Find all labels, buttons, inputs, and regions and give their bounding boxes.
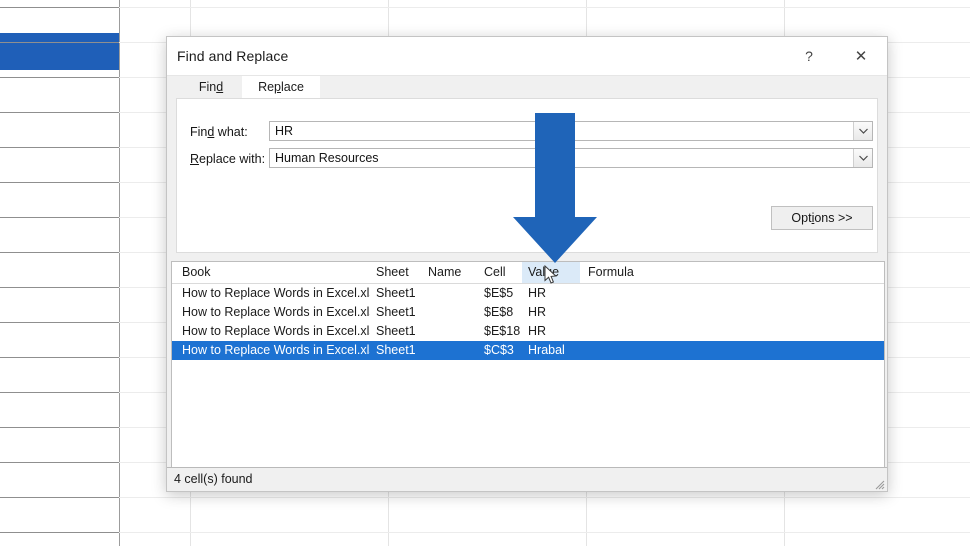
cell-sheet: Sheet1 [370, 284, 422, 303]
cell-book: How to Replace Words in Excel.xlsx [176, 284, 370, 303]
dialog-statusbar: 4 cell(s) found [167, 467, 887, 491]
status-text: 4 cell(s) found [174, 472, 253, 486]
table-row[interactable]: How to Replace Words in Excel.xlsxSheet1… [172, 322, 884, 341]
cell-book: How to Replace Words in Excel.xlsx [176, 303, 370, 322]
results-rows: How to Replace Words in Excel.xlsxSheet1… [172, 284, 884, 360]
find-what-value: HR [275, 124, 293, 139]
cell-value: HR [522, 284, 580, 303]
selected-cell[interactable] [0, 33, 119, 70]
cell-formula [582, 341, 662, 360]
cell-name [422, 322, 478, 341]
chevron-down-icon[interactable] [853, 149, 872, 167]
cell-sheet: Sheet1 [370, 341, 422, 360]
grid-row-line [0, 497, 970, 498]
results-list[interactable]: BookSheetNameCellValueFormula How to Rep… [171, 261, 885, 468]
table-row[interactable]: How to Replace Words in Excel.xlsxSheet1… [172, 341, 884, 360]
cell-value: Hrabal [522, 341, 580, 360]
column-header-book[interactable]: Book [176, 262, 370, 283]
cell-formula [582, 284, 662, 303]
grid-column-line [119, 0, 120, 546]
cell-cell: $E$18 [478, 322, 522, 341]
cell-formula [582, 322, 662, 341]
grid-row-line [0, 7, 970, 8]
cell-name [422, 284, 478, 303]
cell-value: HR [522, 322, 580, 341]
cell-value: HR [522, 303, 580, 322]
find-what-input[interactable]: HR [269, 121, 873, 141]
options-button[interactable]: Options >> [771, 206, 873, 230]
column-header-value[interactable]: Value [522, 262, 580, 283]
tab-find[interactable]: Find [180, 76, 242, 99]
replace-with-value: Human Resources [275, 151, 379, 166]
grid-row-line [0, 532, 970, 533]
cell-sheet: Sheet1 [370, 322, 422, 341]
dialog-title: Find and Replace [177, 48, 288, 64]
cell-cell: $E$5 [478, 284, 522, 303]
dialog-tabstrip: Find Replace [167, 76, 887, 99]
column-header-cell[interactable]: Cell [478, 262, 522, 283]
cell-sheet: Sheet1 [370, 303, 422, 322]
replace-with-input[interactable]: Human Resources [269, 148, 873, 168]
dialog-body-panel: Find what: HR Replace with: Human Resour… [176, 98, 878, 253]
results-column-headers: BookSheetNameCellValueFormula [172, 262, 884, 284]
cell-cell: $E$8 [478, 303, 522, 322]
chevron-down-icon[interactable] [853, 122, 872, 140]
tab-replace[interactable]: Replace [242, 76, 320, 99]
dialog-titlebar[interactable]: Find and Replace ? ✕ [167, 37, 887, 76]
cell-book: How to Replace Words in Excel.xlsx [176, 322, 370, 341]
cell-book: How to Replace Words in Excel.xlsx [176, 341, 370, 360]
resize-grip[interactable] [873, 478, 885, 490]
column-header-formula[interactable]: Formula [582, 262, 662, 283]
cell-name [422, 303, 478, 322]
cell-formula [582, 303, 662, 322]
replace-with-label: Replace with: [190, 152, 265, 166]
find-what-label: Find what: [190, 125, 248, 139]
table-row[interactable]: How to Replace Words in Excel.xlsxSheet1… [172, 303, 884, 322]
column-header-sheet[interactable]: Sheet [370, 262, 422, 283]
column-header-name[interactable]: Name [422, 262, 478, 283]
help-icon[interactable]: ? [787, 37, 831, 74]
cell-name [422, 341, 478, 360]
table-row[interactable]: How to Replace Words in Excel.xlsxSheet1… [172, 284, 884, 303]
find-and-replace-dialog: Find and Replace ? ✕ Find Replace Find w… [166, 36, 888, 492]
close-icon[interactable]: ✕ [839, 37, 883, 74]
cell-cell: $C$3 [478, 341, 522, 360]
